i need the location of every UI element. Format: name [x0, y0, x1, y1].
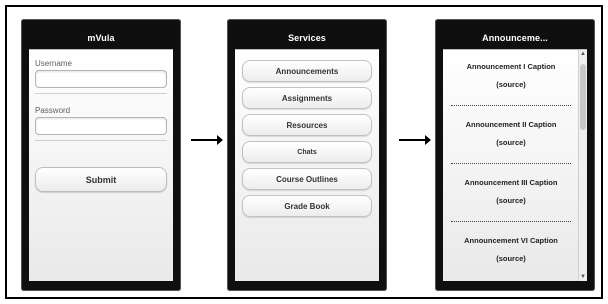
- announcement-caption: Announcement II Caption: [465, 120, 557, 129]
- announcement-caption: Announcement III Caption: [464, 178, 558, 187]
- assignments-button-label: Assignments: [281, 93, 333, 103]
- arrow-right-icon: [399, 135, 431, 145]
- login-title: mVula: [87, 33, 115, 43]
- announcements-scrollbar[interactable]: ▲ ▼: [578, 50, 587, 281]
- announcement-item[interactable]: Announcement VI Caption (source): [451, 224, 571, 281]
- submit-button[interactable]: Submit: [35, 167, 167, 192]
- course-outlines-button[interactable]: Course Outlines: [242, 168, 372, 190]
- assignments-button[interactable]: Assignments: [242, 87, 372, 109]
- resources-button[interactable]: Resources: [242, 114, 372, 136]
- scroll-down-icon[interactable]: ▼: [579, 273, 587, 281]
- announcements-button[interactable]: Announcements: [242, 60, 372, 82]
- grade-book-button[interactable]: Grade Book: [242, 195, 372, 217]
- login-divider: [35, 93, 167, 94]
- announcement-separator: [451, 163, 571, 164]
- resources-button-label: Resources: [286, 120, 328, 130]
- announcements-header: Announceme...: [443, 29, 587, 47]
- username-field[interactable]: [35, 70, 167, 88]
- announcement-item[interactable]: Announcement I Caption (source): [451, 50, 571, 108]
- announcement-item[interactable]: Announcement III Caption (source): [451, 166, 571, 224]
- figure-frame: mVula Username Password Submit Services …: [5, 5, 603, 299]
- chats-button[interactable]: Chats: [242, 141, 372, 163]
- scroll-up-icon[interactable]: ▲: [579, 50, 587, 58]
- chats-button-label: Chats: [297, 148, 317, 156]
- login-divider: [35, 140, 167, 141]
- announcement-caption: Announcement I Caption: [466, 62, 556, 71]
- announcements-phone: Announceme... Announcement I Caption (so…: [435, 19, 595, 291]
- password-label: Password: [35, 106, 71, 115]
- grade-book-button-label: Grade Book: [284, 201, 330, 211]
- password-field[interactable]: [35, 117, 167, 135]
- announcement-source: (source): [496, 254, 526, 263]
- login-phone: mVula Username Password Submit: [21, 19, 181, 291]
- arrow-right-icon: [191, 135, 223, 145]
- course-outlines-button-label: Course Outlines: [276, 174, 338, 184]
- announcements-screen: Announcement I Caption (source) Announce…: [443, 49, 587, 281]
- login-screen: Username Password Submit: [29, 49, 173, 281]
- services-phone: Services Announcements Assignments Resou…: [227, 19, 387, 291]
- announcements-title: Announceme...: [482, 33, 548, 43]
- scroll-thumb[interactable]: [580, 64, 586, 130]
- submit-button-label: Submit: [85, 174, 117, 185]
- services-header: Services: [235, 29, 379, 47]
- username-label: Username: [35, 59, 72, 68]
- login-header: mVula: [29, 29, 173, 47]
- announcement-source: (source): [496, 138, 526, 147]
- announcement-item[interactable]: Announcement II Caption (source): [451, 108, 571, 166]
- announcement-caption: Announcement VI Caption: [464, 236, 558, 245]
- announcement-separator: [451, 221, 571, 222]
- announcements-button-label: Announcements: [275, 66, 339, 76]
- announcement-source: (source): [496, 196, 526, 205]
- announcement-separator: [451, 105, 571, 106]
- services-title: Services: [288, 33, 326, 43]
- services-screen: Announcements Assignments Resources Chat…: [235, 49, 379, 281]
- announcement-source: (source): [496, 80, 526, 89]
